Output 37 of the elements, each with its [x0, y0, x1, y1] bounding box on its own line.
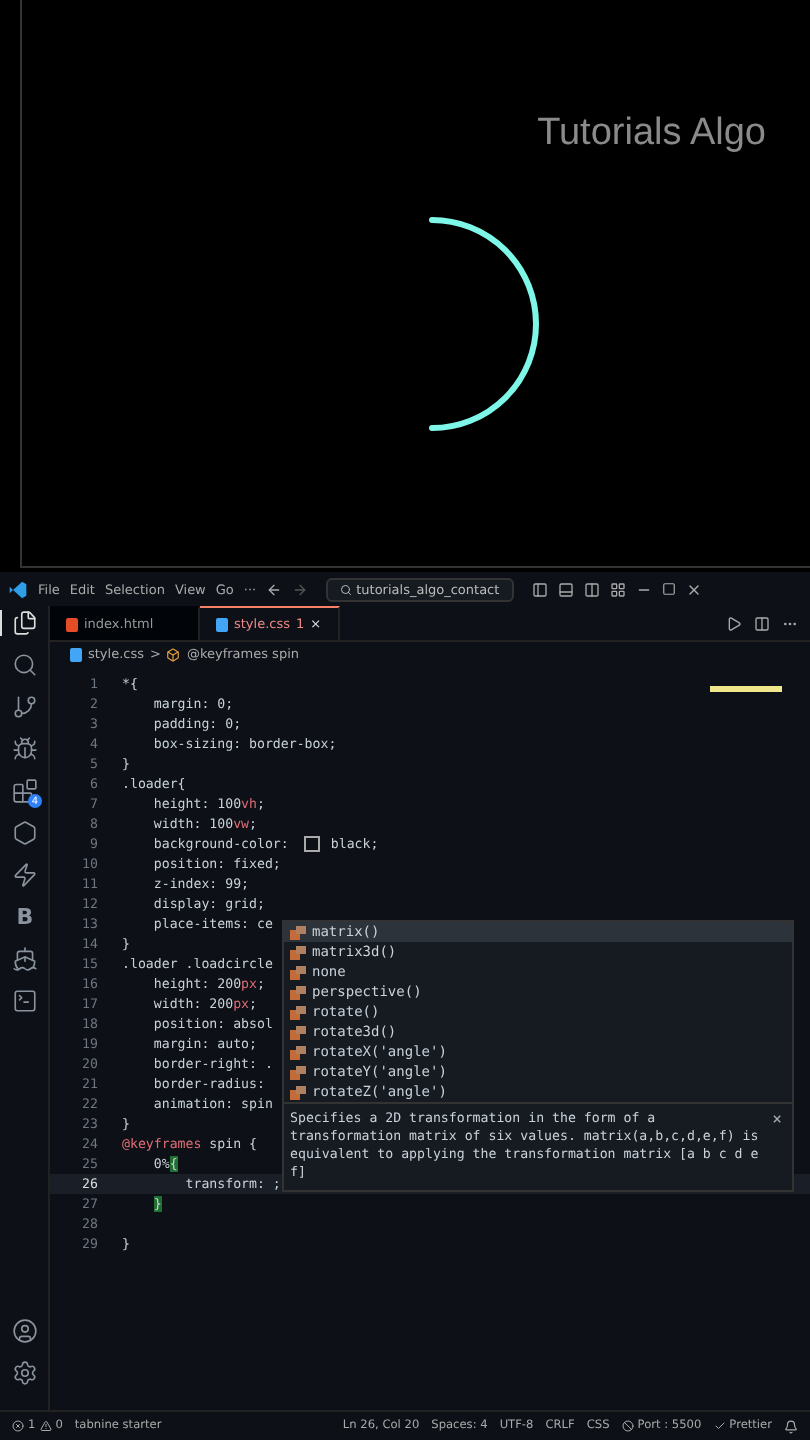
lightning-icon[interactable]	[12, 862, 38, 888]
editor-logo-icon	[8, 579, 28, 599]
account-icon[interactable]	[11, 1318, 37, 1344]
hexagon-icon[interactable]	[12, 820, 38, 846]
bug-icon[interactable]	[12, 736, 38, 762]
file-icon	[216, 617, 228, 631]
color-swatch[interactable]	[304, 836, 321, 852]
settings-icon[interactable]	[11, 1360, 37, 1386]
check-icon[interactable]	[713, 1420, 726, 1432]
warning-icon[interactable]	[39, 1420, 52, 1432]
terminal-icon[interactable]	[12, 988, 38, 1014]
bell-icon[interactable]	[784, 1419, 798, 1433]
panel-icon[interactable]	[531, 581, 548, 597]
layout-icon[interactable]	[609, 581, 626, 597]
run-icon[interactable]	[726, 615, 742, 631]
file-icon	[66, 617, 78, 631]
error-icon[interactable]	[12, 1420, 24, 1432]
search-icon	[340, 583, 353, 595]
symbol-icon	[166, 647, 181, 661]
close-button[interactable]: ×	[772, 1110, 782, 1182]
brand-text: Tutorials Algo	[537, 112, 766, 156]
split-icon[interactable]	[754, 615, 770, 631]
boat-icon[interactable]	[12, 946, 38, 972]
file-icon	[70, 647, 82, 661]
blocked-icon[interactable]	[621, 1420, 634, 1432]
minimap-highlight	[710, 686, 782, 692]
files-icon[interactable]	[12, 610, 38, 636]
panel-icon[interactable]	[557, 581, 574, 597]
blocks-icon[interactable]	[12, 778, 38, 804]
branch-icon[interactable]	[12, 694, 38, 720]
activity-item[interactable]: B	[0, 904, 48, 930]
letter-icon[interactable]: B	[16, 904, 34, 930]
maximize-icon[interactable]	[661, 582, 676, 596]
search-icon[interactable]	[12, 652, 38, 678]
close-icon[interactable]	[685, 581, 702, 597]
panel-icon[interactable]	[583, 581, 600, 597]
back-icon[interactable]	[266, 581, 283, 597]
